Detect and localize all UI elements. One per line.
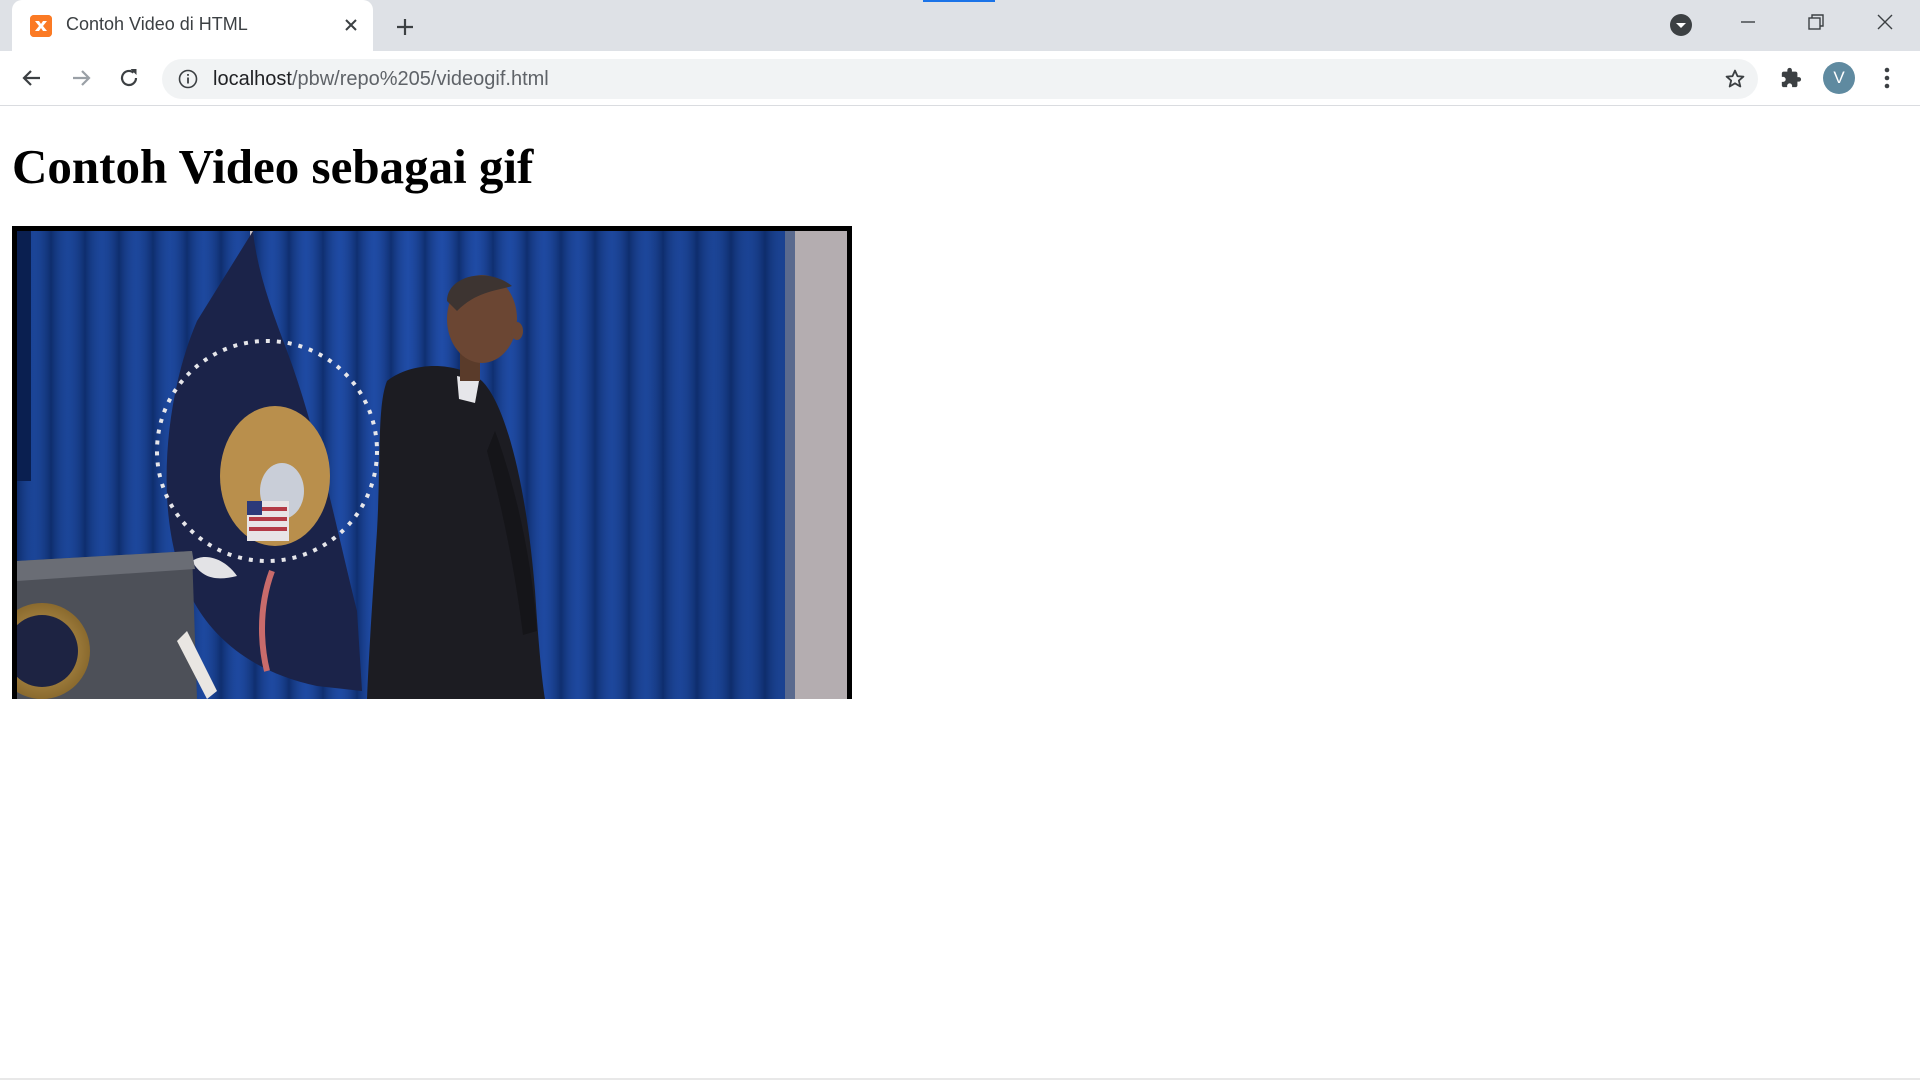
- info-icon[interactable]: [178, 69, 198, 89]
- browser-toolbar: localhost/pbw/repo%205/videogif.html V: [0, 51, 1920, 106]
- url-text[interactable]: localhost/pbw/repo%205/videogif.html: [213, 68, 549, 91]
- tab-search-icon[interactable]: [1668, 12, 1694, 38]
- address-bar[interactable]: localhost/pbw/repo%205/videogif.html: [162, 59, 1758, 99]
- url-host: localhost: [213, 68, 292, 90]
- tab-strip: Contoh Video di HTML: [0, 0, 1920, 51]
- reload-button[interactable]: [112, 61, 146, 95]
- url-path: /pbw/repo%205/videogif.html: [291, 68, 549, 90]
- xampp-icon: [30, 15, 52, 37]
- page-viewport: Contoh Video sebagai gif: [0, 106, 1920, 1080]
- forward-button[interactable]: [64, 61, 98, 95]
- close-tab-icon[interactable]: [340, 14, 362, 36]
- profile-avatar[interactable]: V: [1823, 62, 1855, 94]
- tab-loading-indicator: [923, 0, 995, 2]
- tab-title: Contoh Video di HTML: [66, 14, 248, 34]
- more-menu-icon[interactable]: [1872, 63, 1902, 93]
- page-title: Contoh Video sebagai gif: [12, 139, 534, 194]
- video-gif: [12, 226, 852, 699]
- close-window-button[interactable]: [1857, 0, 1913, 44]
- gif-image: [17, 231, 847, 699]
- browser-tab[interactable]: Contoh Video di HTML: [12, 0, 373, 51]
- extensions-puzzle-icon[interactable]: [1776, 63, 1806, 93]
- minimize-button[interactable]: [1720, 0, 1776, 44]
- restore-button[interactable]: [1788, 0, 1844, 44]
- new-tab-button[interactable]: [389, 11, 421, 43]
- back-button[interactable]: [15, 61, 49, 95]
- bookmark-star-icon[interactable]: [1722, 66, 1748, 92]
